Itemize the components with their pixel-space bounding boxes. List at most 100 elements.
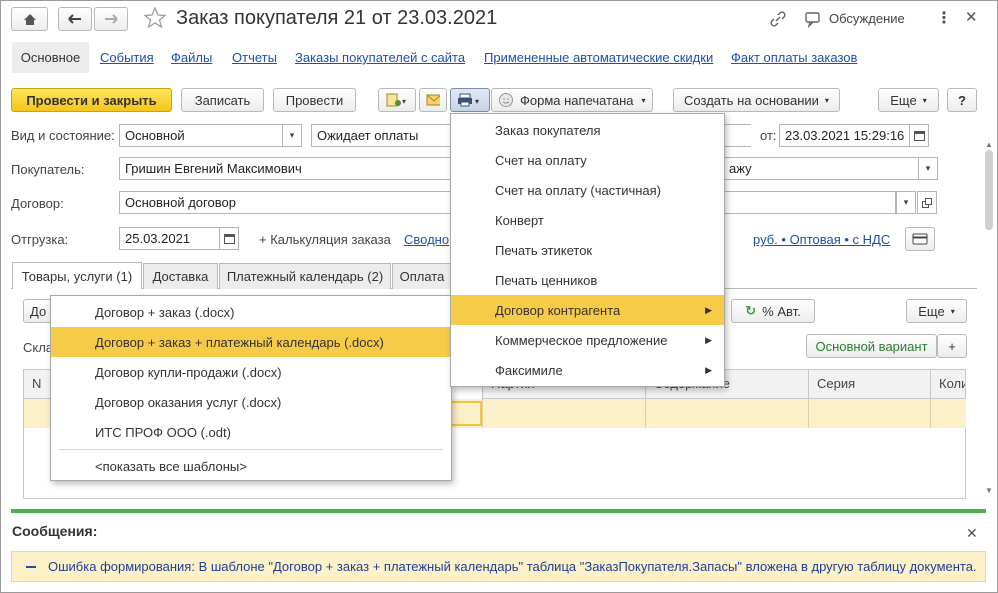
table-cell-selected[interactable] [452,401,482,426]
print-menu-item[interactable]: Конверт [451,205,724,235]
back-button[interactable] [58,7,92,31]
calendar-icon[interactable] [909,124,929,147]
auto-discount-button[interactable]: ↻ % Авт. [731,299,815,323]
submenu-item[interactable]: Договор + заказ (.docx) [51,297,451,327]
table-more-button[interactable]: Еще ▾ [906,299,967,323]
close-icon[interactable]: ✕ [965,8,978,26]
auto-discount-label: % Авт. [762,303,801,319]
nav-tab-auto-discounts[interactable]: Примененные автоматические скидки [484,50,713,65]
contract-field[interactable]: Основной договор [119,191,451,214]
message-text: Ошибка формирования: В шаблоне "Договор … [48,559,977,574]
print-menu-item[interactable]: Счет на оплату (частичная) [451,175,724,205]
shipment-date-field[interactable]: 25.03.2021 [119,227,220,250]
nav-tab-reports[interactable]: Отчеты [232,50,277,65]
link-icon[interactable] [769,10,787,28]
smile-icon [499,93,513,107]
cell-divider [808,399,809,428]
print-menu-item[interactable]: Факсимиле ▶ [451,355,724,385]
contract-extra-field[interactable] [724,191,896,214]
buyer-extra-field[interactable]: ажу [724,157,919,180]
envelope-icon [426,94,440,106]
print-menu-item[interactable]: Печать ценников [451,265,724,295]
summary-link[interactable]: Сводно [404,232,449,247]
scrollbar[interactable]: ▲ ▼ [983,140,995,498]
show-all-templates[interactable]: <показать все шаблоны> [51,451,451,481]
col-header-series[interactable]: Серия [808,369,931,399]
state-field[interactable]: Ожидает оплаты [311,124,451,147]
submenu-item[interactable]: Договор купли-продажи (.docx) [51,357,451,387]
open-contract-icon[interactable] [917,191,937,214]
price-type-link[interactable]: руб. • Оптовая • с НДС [753,232,890,247]
print-menu-item[interactable]: Печать этикеток [451,235,724,265]
date-label: от: [760,128,777,143]
col-header-n[interactable]: N [23,369,53,399]
printed-form-label: Форма напечатана [520,92,634,108]
svg-text:▾: ▾ [402,97,406,106]
page-title: Заказ покупателя 21 от 23.03.2021 [176,7,498,29]
nav-tab-events[interactable]: События [100,50,154,65]
buyer-field[interactable]: Гришин Евгений Максимович [119,157,451,180]
date-field-edge [724,124,751,147]
submenu-item-selected[interactable]: Договор + заказ + платежный календарь (.… [51,327,451,357]
cell-divider [930,399,931,428]
card-icon [912,233,928,245]
messages-separator [11,509,986,513]
message-row[interactable]: Ошибка формирования: В шаблоне "Договор … [11,551,986,582]
document-add-button[interactable]: ▾ [378,88,416,112]
post-button[interactable]: Провести [273,88,356,112]
print-menu-item[interactable]: Счет на оплату [451,145,724,175]
tab-payment-calendar[interactable]: Платежный календарь (2) [219,263,391,289]
help-button[interactable]: ? [947,88,977,112]
messages-title: Сообщения: [12,523,98,539]
nav-tab-site-orders[interactable]: Заказы покупателей с сайта [295,50,465,65]
messages-close-icon[interactable]: ✕ [966,525,978,542]
document-add-icon: ▾ [386,93,406,107]
tab-goods[interactable]: Товары, услуги (1) [12,262,142,289]
add-variant-button[interactable]: + [937,334,967,358]
buyer-label: Покупатель: [11,162,85,177]
date-field[interactable]: 23.03.2021 15:29:16 [779,124,910,147]
tab-delivery[interactable]: Доставка [143,263,218,289]
star-icon[interactable] [143,6,167,30]
calculation-label[interactable]: + Калькуляция заказа [259,232,391,247]
scrollbar-thumb[interactable] [985,150,993,230]
buyer-dropdown[interactable]: ▾ [918,157,938,180]
kind-state-label: Вид и состояние: [11,128,115,143]
save-button[interactable]: Записать [181,88,264,112]
payment-card-button[interactable] [905,227,935,251]
printed-form-button[interactable]: Форма напечатана ▾ [491,88,653,112]
tab-payment[interactable]: Оплата [392,263,452,289]
create-based-on-button[interactable]: Создать на основании ▾ [673,88,840,112]
discussion-link[interactable]: Обсуждение [829,11,905,26]
kind-dropdown[interactable]: ▾ [282,124,302,147]
submenu-item[interactable]: Договор оказания услуг (.docx) [51,387,451,417]
create-based-on-label: Создать на основании [684,92,819,108]
printer-icon: ▾ [458,93,479,107]
contract-dropdown[interactable]: ▾ [896,191,916,214]
chevron-down-icon: ▾ [824,95,829,105]
nav-tab-payment-fact[interactable]: Факт оплаты заказов [731,50,857,65]
print-menu-item-selected[interactable]: Договор контрагента ▶ [451,295,724,325]
menu-separator [59,449,443,450]
forward-button[interactable] [94,7,128,31]
submenu-item[interactable]: ИТС ПРОФ ООО (.odt) [51,417,451,447]
nav-tab-files[interactable]: Файлы [171,50,212,65]
cell-divider [645,399,646,428]
nav-tab-main[interactable]: Основное [12,42,89,73]
calendar-icon[interactable] [219,227,239,250]
print-menu-item[interactable]: Заказ покупателя [451,115,724,145]
home-icon [23,13,36,25]
more-button[interactable]: Еще ▾ [878,88,939,112]
email-button[interactable] [419,88,447,112]
more-menu-icon[interactable]: ⋮ [936,8,952,28]
kind-field[interactable]: Основной [119,124,283,147]
home-button[interactable] [11,7,48,31]
chevron-down-icon: ▾ [950,306,955,316]
post-and-close-button[interactable]: Провести и закрыть [11,88,172,112]
main-variant-button[interactable]: Основной вариант [806,334,937,358]
print-menu-item-label: Договор контрагента [495,302,621,318]
table-more-label: Еще [918,303,945,319]
print-menu-item[interactable]: Коммерческое предложение ▶ [451,325,724,355]
print-button[interactable]: ▾ [450,88,490,112]
col-header-quantity[interactable]: Коли [930,369,966,399]
